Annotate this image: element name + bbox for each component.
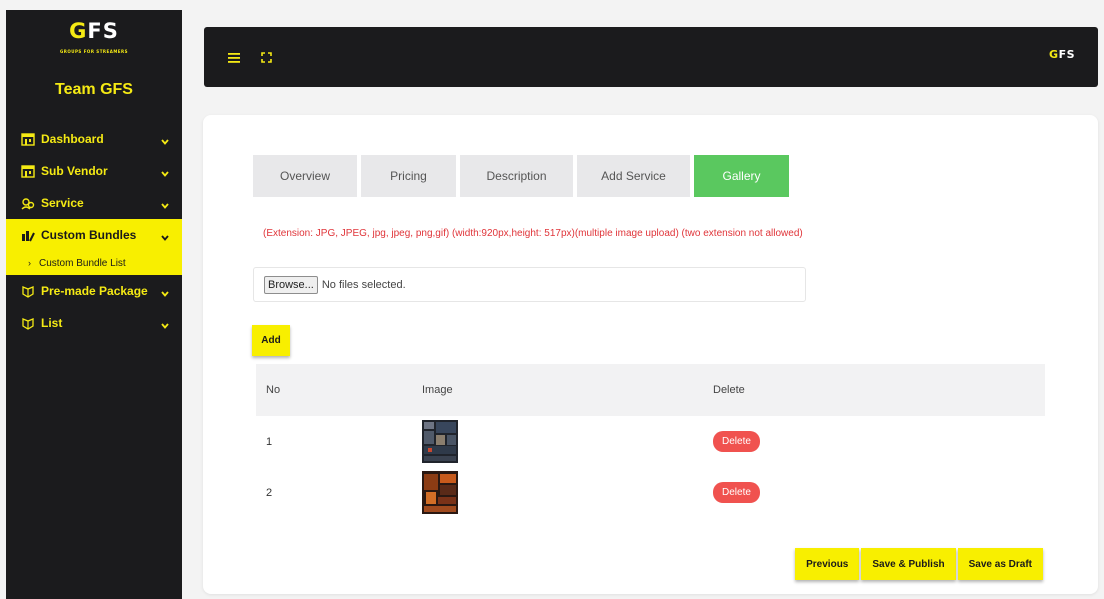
package-icon bbox=[20, 317, 35, 330]
save-publish-button[interactable]: Save & Publish bbox=[861, 548, 956, 580]
top-bar-logo[interactable]: GFS bbox=[1049, 48, 1075, 61]
sidebar-item-custom-bundles[interactable]: Custom Bundles bbox=[6, 219, 182, 251]
gallery-thumbnail bbox=[422, 471, 458, 514]
row-image bbox=[416, 420, 708, 463]
gallery-card: Overview Pricing Description Add Service… bbox=[203, 115, 1098, 594]
delete-button[interactable]: Delete bbox=[713, 482, 760, 503]
tab-gallery[interactable]: Gallery bbox=[694, 155, 789, 197]
store-icon bbox=[20, 164, 35, 178]
sidebar-item-list[interactable]: List bbox=[6, 307, 182, 339]
table-row: 1 Delete bbox=[256, 416, 1045, 467]
brand: GFS GROUPS FOR STREAMERS Team GFS bbox=[6, 10, 182, 99]
logo-tagline: GROUPS FOR STREAMERS bbox=[59, 49, 128, 54]
sidebar-item-label: Custom Bundles bbox=[41, 228, 137, 242]
package-icon bbox=[20, 285, 35, 298]
row-image bbox=[416, 471, 708, 514]
sidebar: GFS GROUPS FOR STREAMERS Team GFS Dashbo… bbox=[6, 10, 182, 599]
tab-overview[interactable]: Overview bbox=[253, 155, 357, 197]
sidebar-item-label: Pre-made Package bbox=[41, 284, 148, 298]
chevron-down-icon bbox=[161, 198, 169, 212]
no-file-text: No files selected. bbox=[321, 278, 406, 291]
gallery-table: No Image Delete 1 Delete 2 Delete bbox=[256, 364, 1045, 518]
tab-description[interactable]: Description bbox=[460, 155, 573, 197]
bundle-icon bbox=[20, 229, 35, 242]
sidebar-item-pre-made-package[interactable]: Pre-made Package bbox=[6, 275, 182, 307]
table-header: No Image Delete bbox=[256, 364, 1045, 416]
top-bar: GFS bbox=[204, 27, 1098, 87]
save-draft-button[interactable]: Save as Draft bbox=[957, 548, 1043, 580]
team-name: Team GFS bbox=[55, 81, 133, 98]
header-delete: Delete bbox=[713, 384, 745, 396]
sidebar-subitem-custom-bundle-list[interactable]: › Custom Bundle List bbox=[6, 251, 182, 275]
table-row: 2 Delete bbox=[256, 467, 1045, 518]
gear-people-icon bbox=[20, 197, 35, 210]
row-number: 1 bbox=[266, 435, 273, 448]
sidebar-item-label: Sub Vendor bbox=[41, 164, 108, 178]
form-actions: Previous Save & Publish Save as Draft bbox=[793, 548, 1043, 580]
add-button[interactable]: Add bbox=[252, 325, 290, 356]
sidebar-item-sub-vendor[interactable]: Sub Vendor bbox=[6, 155, 182, 187]
file-upload-field[interactable]: Browse... No files selected. bbox=[253, 267, 806, 302]
expand-icon[interactable] bbox=[261, 50, 272, 68]
form-tabs: Overview Pricing Description Add Service… bbox=[253, 155, 793, 197]
extension-note: (Extension: JPG, JPEG, jpg, jpeg, png,gi… bbox=[263, 228, 803, 239]
sidebar-item-label: Dashboard bbox=[41, 132, 104, 146]
sidebar-subitem-label: Custom Bundle List bbox=[39, 257, 126, 269]
sidebar-item-label: List bbox=[41, 316, 63, 330]
chevron-right-icon: › bbox=[28, 258, 31, 268]
hamburger-icon[interactable] bbox=[228, 50, 240, 68]
row-delete-cell: Delete bbox=[708, 431, 1045, 452]
sidebar-menu: Dashboard Sub Vendor Service Custom Bund… bbox=[6, 123, 182, 339]
chevron-down-icon bbox=[161, 166, 169, 180]
row-delete-cell: Delete bbox=[708, 482, 1045, 503]
browse-button[interactable]: Browse... bbox=[264, 275, 318, 294]
gallery-thumbnail bbox=[422, 420, 458, 463]
chevron-down-icon bbox=[161, 230, 169, 244]
row-number: 2 bbox=[266, 486, 273, 499]
chevron-down-icon bbox=[161, 286, 169, 300]
tab-add-service[interactable]: Add Service bbox=[577, 155, 690, 197]
tab-pricing[interactable]: Pricing bbox=[361, 155, 456, 197]
sidebar-item-service[interactable]: Service bbox=[6, 187, 182, 219]
previous-button[interactable]: Previous bbox=[795, 548, 860, 580]
sidebar-item-label: Service bbox=[41, 196, 84, 210]
chevron-down-icon bbox=[161, 318, 169, 332]
chevron-down-icon bbox=[161, 134, 169, 148]
store-icon bbox=[20, 132, 35, 146]
delete-button[interactable]: Delete bbox=[713, 431, 760, 452]
header-no: No bbox=[266, 384, 281, 396]
header-image: Image bbox=[422, 384, 453, 396]
gfs-logo[interactable]: GFS GROUPS FOR STREAMERS bbox=[60, 20, 128, 63]
sidebar-item-dashboard[interactable]: Dashboard bbox=[6, 123, 182, 155]
